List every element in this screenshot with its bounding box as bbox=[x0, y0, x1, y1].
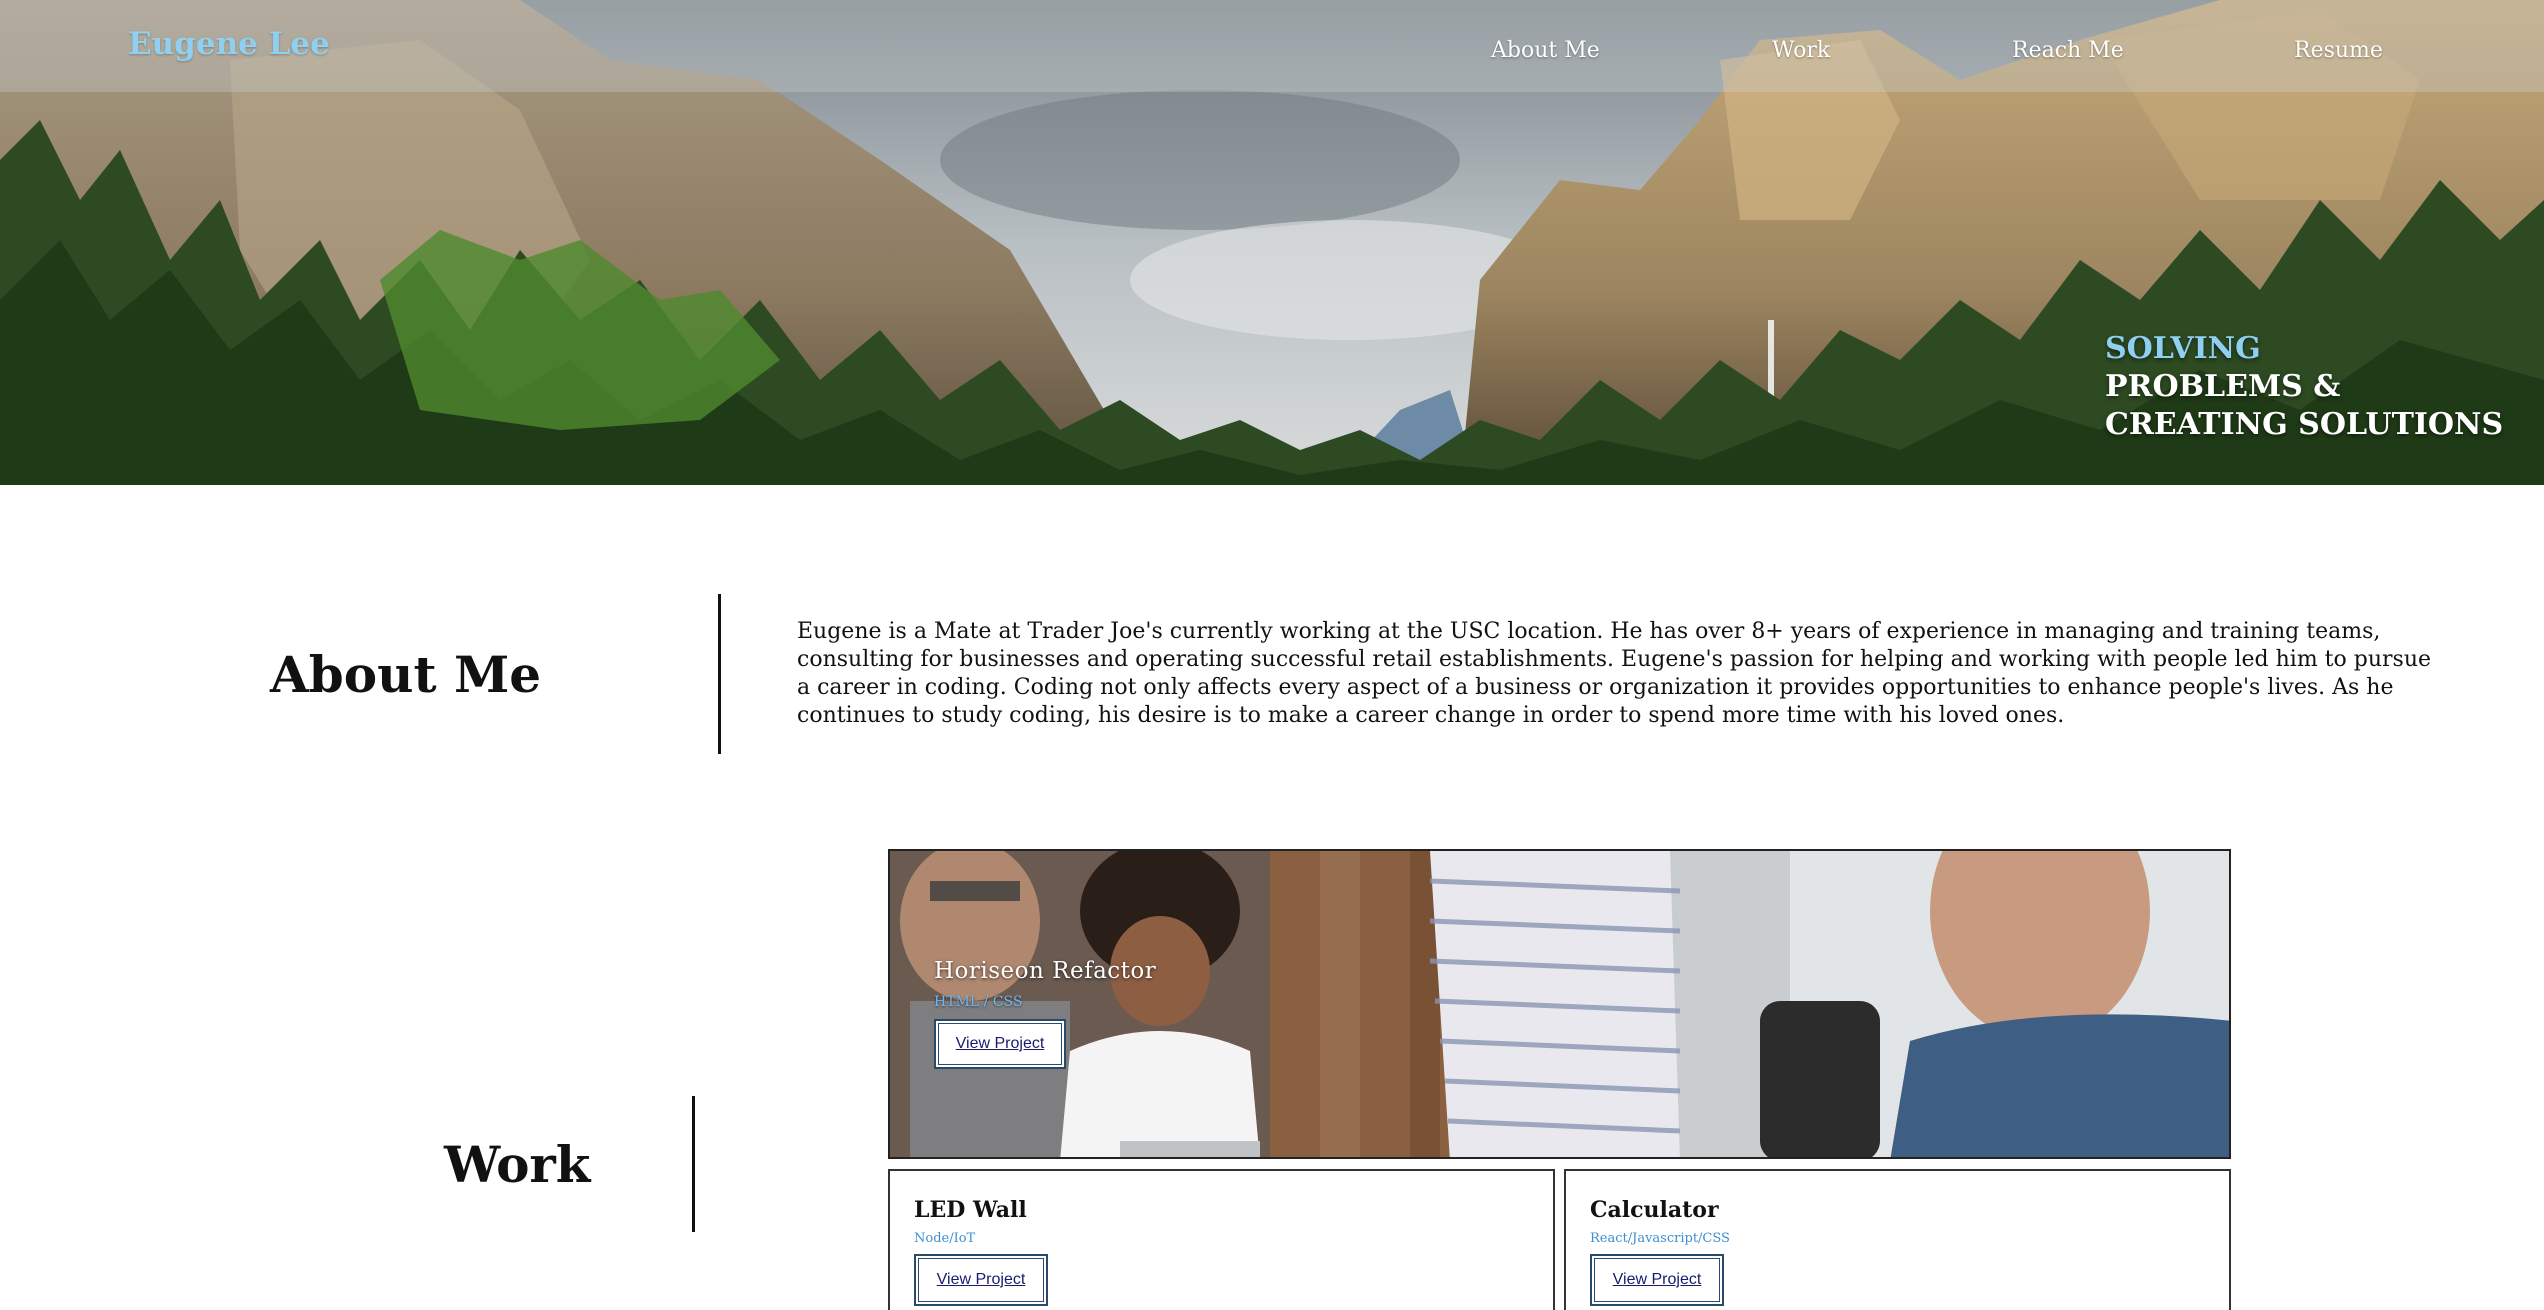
about-divider bbox=[718, 594, 721, 754]
nav-link-work[interactable]: Work bbox=[1772, 38, 1830, 63]
about-body-text: Eugene is a Mate at Trader Joe's current… bbox=[797, 619, 2432, 728]
hero-tagline-rest: PROBLEMS & CREATING SOLUTIONS bbox=[2105, 369, 2504, 442]
nav-link-about-me[interactable]: About Me bbox=[1491, 38, 1600, 63]
project-card-calculator: Calculator React/Javascript/CSS View Pro… bbox=[1564, 1169, 2231, 1310]
brand-logo[interactable]: Eugene Lee bbox=[128, 26, 330, 62]
featured-project-tech: HTML / CSS bbox=[934, 994, 1023, 1010]
hero-tagline-accent: SOLVING bbox=[2105, 331, 2261, 366]
hero-tagline: SOLVING PROBLEMS & CREATING SOLUTIONS bbox=[2105, 330, 2525, 444]
project-card-led-wall: LED Wall Node/IoT View Project bbox=[888, 1169, 1555, 1310]
nav-link-resume[interactable]: Resume bbox=[2294, 38, 2383, 63]
view-project-button[interactable]: View Project bbox=[1590, 1254, 1724, 1306]
featured-project-title: Horiseon Refactor bbox=[934, 958, 1157, 984]
work-section-title: Work bbox=[444, 1135, 591, 1194]
top-nav-bar bbox=[0, 0, 2544, 92]
featured-project-card: Horiseon Refactor HTML / CSS View Projec… bbox=[888, 849, 2231, 1159]
project-tech: Node/IoT bbox=[914, 1231, 976, 1246]
work-divider bbox=[692, 1096, 695, 1232]
featured-view-project-button[interactable]: View Project bbox=[934, 1019, 1066, 1069]
view-project-button[interactable]: View Project bbox=[914, 1254, 1048, 1306]
nav-link-reach-me[interactable]: Reach Me bbox=[2012, 38, 2124, 63]
hero-banner: Eugene Lee About Me Work Reach Me Resume… bbox=[0, 0, 2544, 485]
project-title: LED Wall bbox=[914, 1197, 1027, 1223]
project-title: Calculator bbox=[1590, 1197, 1719, 1223]
about-section-title: About Me bbox=[270, 645, 542, 704]
project-tech: React/Javascript/CSS bbox=[1590, 1231, 1730, 1246]
featured-project-image bbox=[890, 851, 2229, 1157]
